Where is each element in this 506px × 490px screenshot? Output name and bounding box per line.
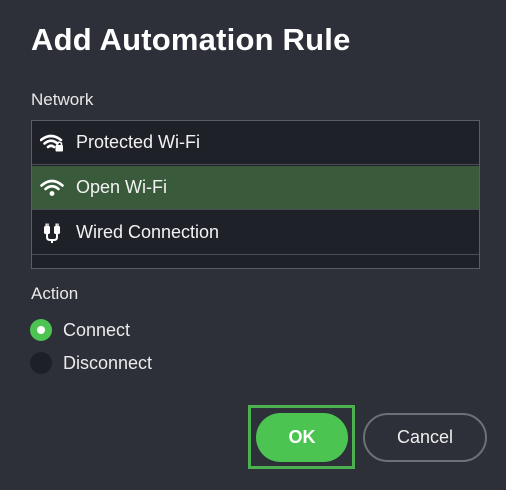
dialog-title: Add Automation Rule	[31, 22, 351, 57]
radio-label-connect: Connect	[63, 319, 131, 340]
cancel-button[interactable]: Cancel	[363, 413, 487, 462]
ethernet-plug-icon	[40, 223, 64, 243]
network-list[interactable]: Protected Wi-Fi Open Wi-Fi Wired Connect…	[31, 120, 480, 269]
action-section-label: Action	[31, 284, 79, 303]
add-automation-rule-dialog: Add Automation Rule Network Protected Wi…	[0, 0, 506, 490]
network-item-label: Wired Connection	[76, 222, 220, 242]
network-item-protected-wifi[interactable]: Protected Wi-Fi	[32, 121, 479, 165]
radio-connect[interactable]: Connect	[30, 317, 130, 343]
network-item-label: Open Wi-Fi	[76, 177, 168, 197]
wifi-icon	[40, 178, 64, 198]
radio-disconnect[interactable]: Disconnect	[30, 350, 152, 376]
network-item-label: Protected Wi-Fi	[76, 132, 201, 152]
network-section-label: Network	[31, 90, 94, 109]
radio-checked-indicator[interactable]	[30, 319, 52, 341]
network-item-wired-connection[interactable]: Wired Connection	[32, 211, 479, 255]
radio-label-disconnect: Disconnect	[63, 352, 153, 373]
ok-button[interactable]: OK	[256, 413, 348, 462]
radio-unchecked-indicator[interactable]	[30, 352, 52, 374]
wifi-lock-icon	[40, 133, 64, 153]
list-empty-space	[32, 256, 479, 268]
network-item-open-wifi[interactable]: Open Wi-Fi	[32, 166, 479, 210]
